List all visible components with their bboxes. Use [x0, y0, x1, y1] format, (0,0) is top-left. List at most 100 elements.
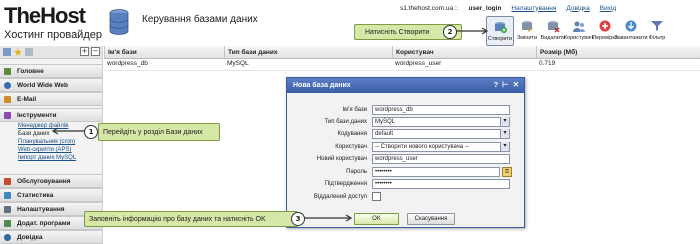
users-label: Користувачі — [563, 35, 595, 41]
field-row-db-name: Ім'я бази wordpress_db — [287, 104, 524, 115]
encoding-label: Кодування — [337, 130, 367, 137]
home-icon — [4, 67, 11, 75]
create-button[interactable]: Створити — [486, 16, 514, 46]
callout-1-pointer — [52, 127, 86, 135]
callout-2-pointer — [456, 27, 488, 35]
sidebar-item-databases[interactable]: Бази даних — [18, 131, 49, 137]
user-label: Користувач — [335, 143, 367, 150]
sidebar-view-icon[interactable] — [3, 48, 11, 56]
col-user[interactable]: Користувач — [392, 46, 536, 58]
callout-fill-form: Заповніть інформацію про базу даних та н… — [84, 211, 298, 227]
database-icon — [109, 9, 129, 35]
check-icon — [599, 20, 611, 32]
dialog-title: Нова база даних — [293, 82, 351, 89]
users-icon — [573, 21, 585, 32]
edit-button[interactable]: Змінити — [514, 16, 540, 44]
page-title: Керування базами даних — [142, 14, 258, 25]
user-login[interactable]: user_login — [469, 5, 502, 12]
globe-icon — [4, 81, 11, 89]
ok-button[interactable]: OK — [354, 213, 399, 225]
confirm-input[interactable]: •••••••• — [372, 178, 510, 189]
help-link[interactable]: Довідка — [566, 5, 589, 12]
edit-label: Змінити — [516, 35, 538, 41]
help-icon[interactable]: ? — [494, 80, 499, 89]
field-row-new-user: Новий користувач wordpress_user — [287, 153, 524, 164]
logo: TheHost — [4, 3, 86, 28]
encoding-select[interactable]: default — [372, 128, 510, 139]
delete-button[interactable]: Видалити — [540, 16, 566, 44]
star-icon[interactable] — [14, 48, 22, 56]
tree-icon[interactable] — [25, 48, 33, 56]
field-row-remote-access: Віддалений доступ — [287, 191, 524, 202]
apps-icon — [4, 219, 11, 227]
callout-3-pointer — [304, 214, 352, 222]
dialog-titlebar[interactable]: Нова база даних ? ⊢ ✕ — [287, 78, 524, 93]
filter-label: Фільтр — [648, 35, 666, 41]
settings-icon — [4, 205, 11, 213]
toolbar: Створити Змінити Видалити Користувачі Пе… — [486, 16, 670, 46]
edit-icon — [522, 21, 533, 32]
cancel-button[interactable]: Скасування — [407, 213, 455, 225]
password-input[interactable]: •••••••• — [372, 166, 500, 177]
table-row — [104, 70, 700, 71]
sidebar-section-email[interactable]: E-Mail — [0, 92, 102, 106]
field-row-encoding: Кодування default — [287, 128, 524, 139]
tools-icon — [4, 111, 11, 119]
filter-icon — [651, 21, 663, 31]
download-label: Завантажити — [614, 35, 648, 41]
db-name-label: Ім'я бази — [342, 106, 367, 113]
col-size[interactable]: Розмір (Мб) — [536, 46, 700, 58]
user-select[interactable]: -- Створити нового користувача -- — [372, 141, 510, 152]
step-2-badge: 2 — [443, 25, 457, 39]
logo-tagline: Хостинг провайдер — [4, 29, 102, 41]
step-3-badge: 3 — [291, 212, 305, 226]
sidebar-item-web-scripts[interactable]: Web-скрипти (APS) — [18, 147, 72, 153]
mail-icon — [4, 95, 11, 103]
exit-link[interactable]: Вихід — [600, 5, 616, 12]
sidebar-section-maintenance[interactable]: Обслуговування — [0, 174, 102, 188]
create-icon — [495, 22, 507, 33]
table-cell-type: MySQL — [227, 60, 249, 67]
sidebar-section-www[interactable]: World Wide Web — [0, 78, 102, 92]
table-cell-size: 0.719 — [539, 60, 556, 67]
confirm-label: Підтвердження — [324, 180, 367, 187]
field-row-confirm: Підтвердження •••••••• — [287, 178, 524, 189]
sidebar-item-cron[interactable]: Планувальник (cron) — [18, 139, 75, 145]
field-row-user: Користувач -- Створити нового користувач… — [287, 141, 524, 152]
field-row-password: Пароль •••••••• ⚿ — [287, 166, 524, 177]
sidebar-section-help[interactable]: Довідка — [0, 230, 102, 244]
new-database-dialog: Нова база даних ? ⊢ ✕ Ім'я бази wordpres… — [286, 77, 525, 228]
sidebar-toolbar: + − — [0, 46, 102, 59]
step-1-badge: 1 — [84, 125, 98, 139]
create-label: Створити — [487, 36, 513, 42]
collapse-all-icon[interactable]: − — [91, 47, 100, 56]
users-button[interactable]: Користувачі — [563, 16, 595, 44]
sidebar-section-stats[interactable]: Статистика — [0, 188, 102, 202]
expand-icon[interactable]: ⊢ — [502, 80, 509, 89]
server-name: s1.thehost.com.ua :: — [400, 4, 459, 12]
filter-button[interactable]: Фільтр — [644, 16, 670, 44]
close-icon[interactable]: ✕ — [513, 80, 519, 89]
sidebar-section-tools[interactable]: Інструменти — [0, 108, 102, 122]
settings-link[interactable]: Налаштування — [511, 5, 556, 12]
delete-label: Видалити — [540, 35, 566, 41]
col-db-type[interactable]: Тип бази даних — [224, 46, 388, 58]
maintenance-icon — [4, 177, 11, 185]
download-button[interactable]: Завантажити — [614, 16, 648, 44]
stats-icon — [4, 191, 11, 199]
sidebar-section-main[interactable]: Головне — [0, 64, 102, 78]
table-header: Ім'я бази Тип бази даних Користувач Розм… — [104, 46, 700, 59]
delete-icon — [548, 21, 560, 33]
expand-all-icon[interactable]: + — [80, 47, 89, 56]
new-user-input[interactable]: wordpress_user — [372, 153, 510, 164]
new-user-label: Новий користувач — [316, 155, 367, 162]
db-name-input[interactable]: wordpress_db — [372, 104, 510, 115]
table-cell-name[interactable]: wordpress_db — [107, 60, 148, 67]
col-db-name[interactable]: Ім'я бази — [104, 46, 215, 58]
help-icon — [4, 233, 11, 241]
sidebar-item-mysql-import[interactable]: Імпорт даних MySQL — [18, 155, 76, 161]
key-icon[interactable]: ⚿ — [502, 166, 512, 177]
password-label: Пароль — [346, 168, 367, 175]
db-type-select[interactable]: MySQL — [372, 116, 510, 127]
remote-access-checkbox[interactable] — [372, 192, 381, 201]
